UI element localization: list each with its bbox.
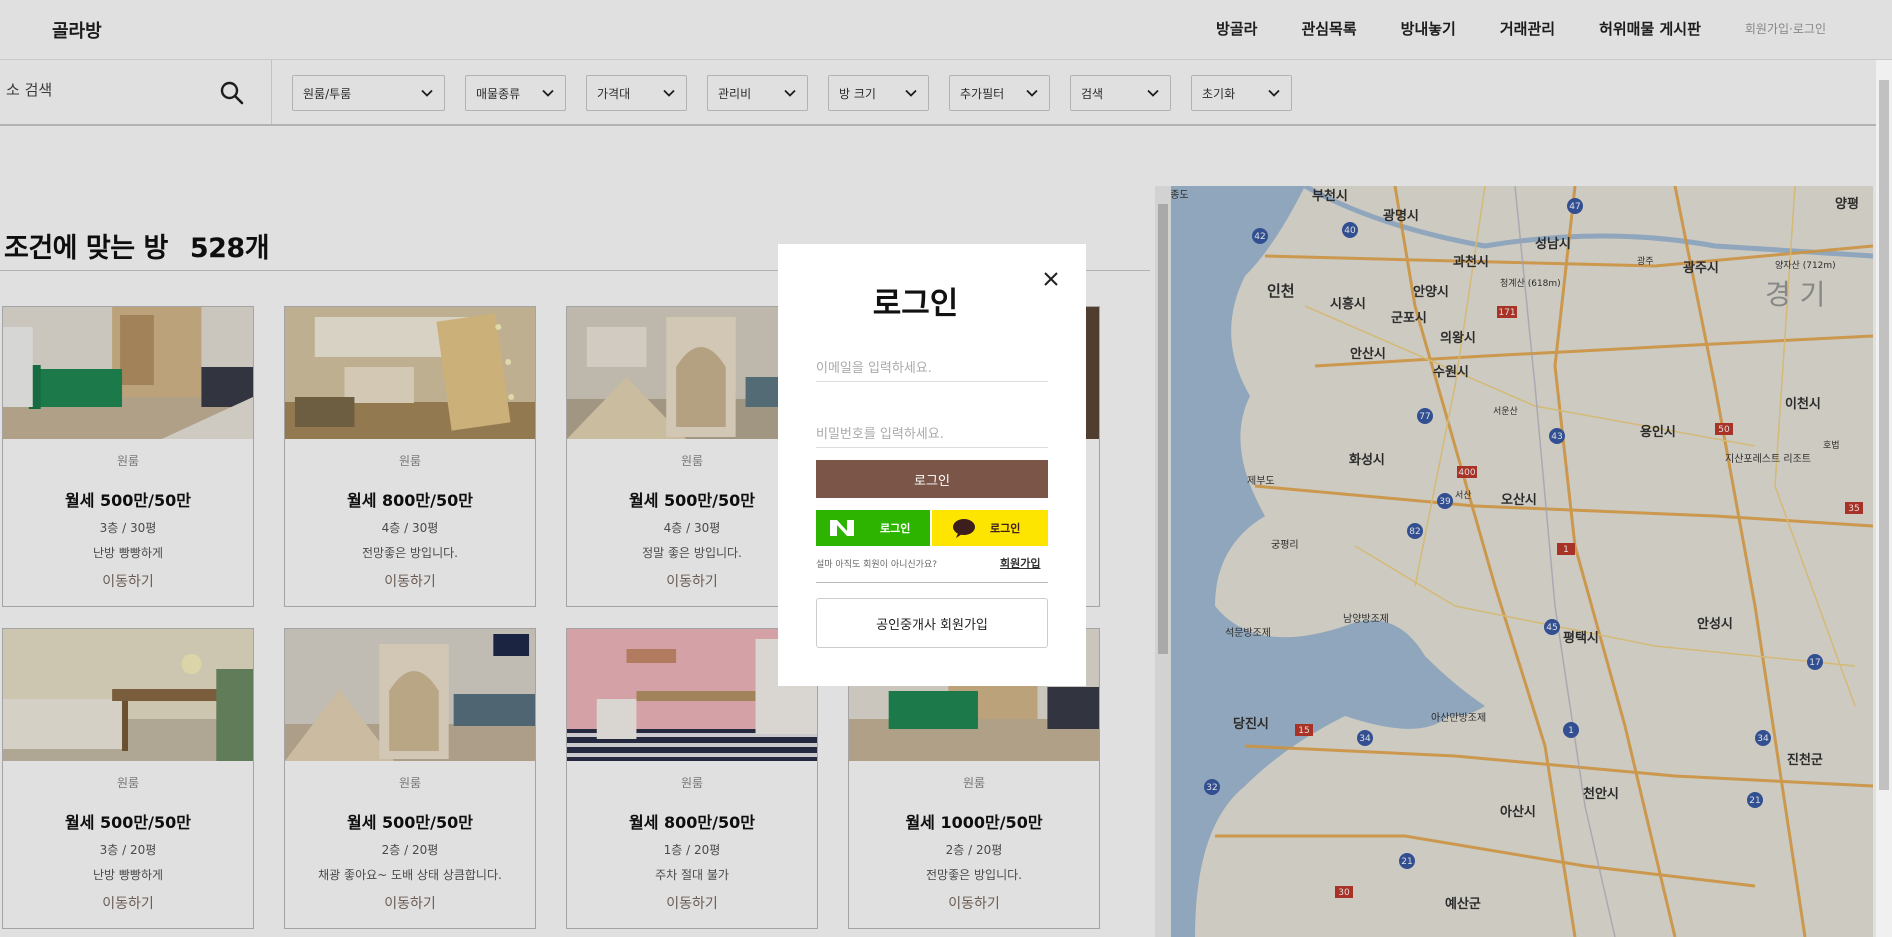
email-field[interactable] xyxy=(816,356,1048,382)
modal-divider xyxy=(816,582,1048,583)
naver-icon xyxy=(830,520,854,536)
page-scrollbar[interactable] xyxy=(1876,60,1892,937)
login-modal: 로그인 로그인 로그인 로그인 설마 아직도 회원이 아니신가요? 회원가입 공… xyxy=(778,244,1086,686)
naver-login-label: 로그인 xyxy=(880,522,911,535)
modal-title: 로그인 xyxy=(872,286,959,322)
kakao-login-button[interactable]: 로그인 xyxy=(932,510,1048,546)
kakao-icon xyxy=(953,519,975,538)
signup-link[interactable]: 회원가입 xyxy=(1000,555,1040,571)
naver-login-button[interactable]: 로그인 xyxy=(816,510,930,546)
kakao-login-label: 로그인 xyxy=(990,522,1021,535)
login-button[interactable]: 로그인 xyxy=(816,460,1048,498)
agent-signup-button[interactable]: 공인중개사 회원가입 xyxy=(816,598,1048,648)
page-scrollbar-thumb[interactable] xyxy=(1879,80,1889,790)
password-field[interactable] xyxy=(816,422,1048,448)
not-member-text: 설마 아직도 회원이 아니신가요? xyxy=(816,560,938,570)
